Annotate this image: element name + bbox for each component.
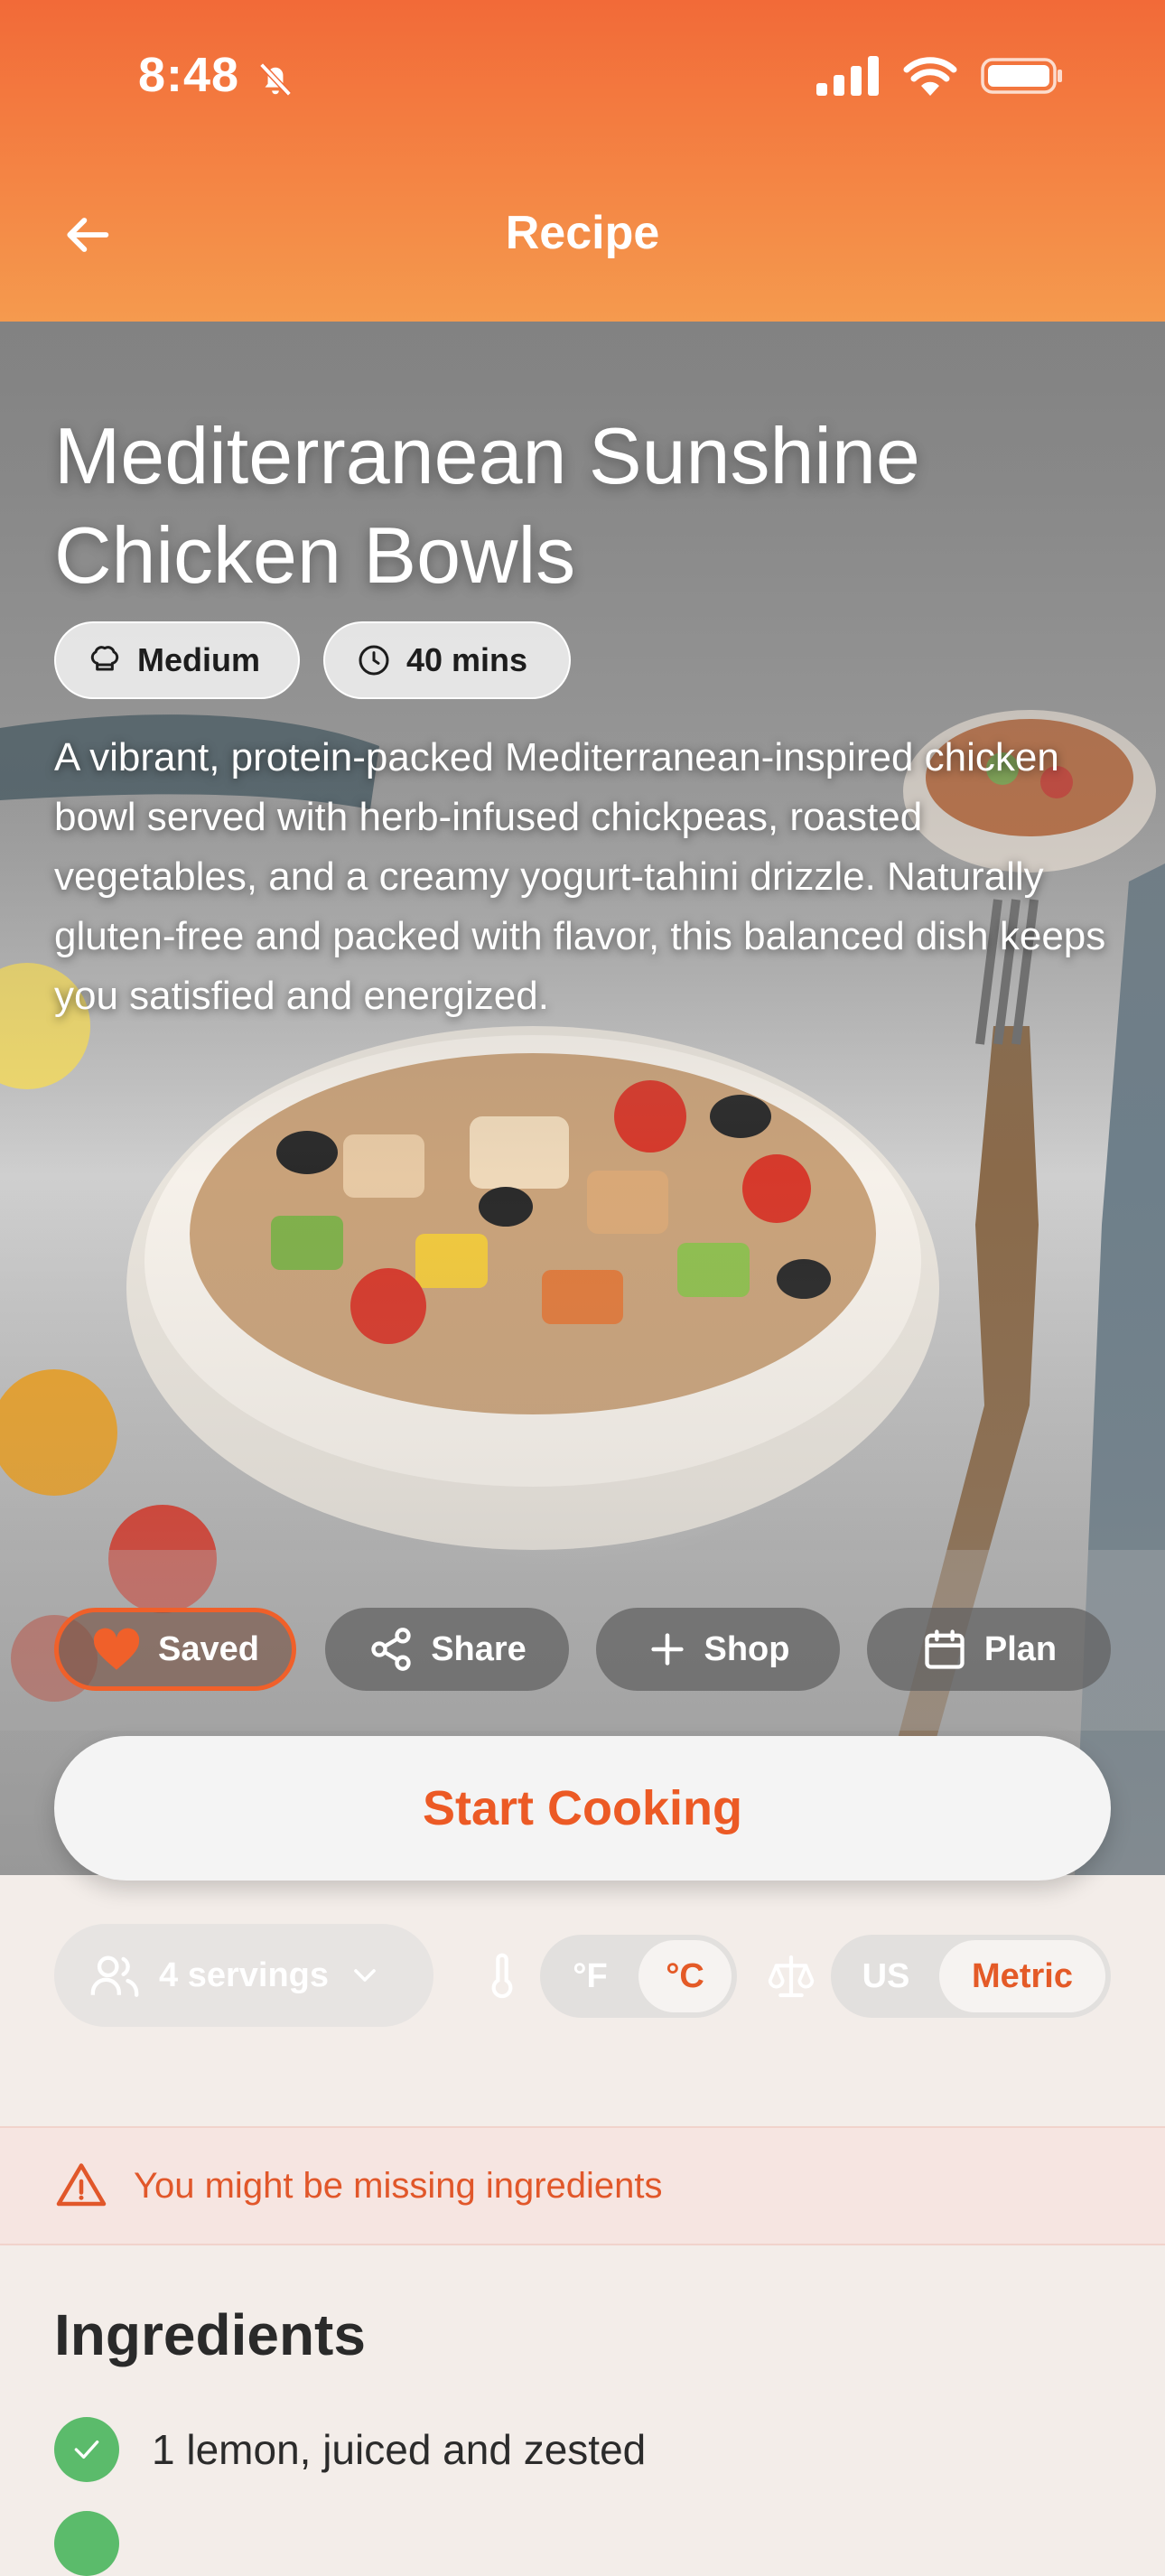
start-cooking-button[interactable]: Start Cooking [54,1736,1111,1881]
check-icon[interactable] [54,2417,119,2482]
measurement-toggle: US Metric [831,1935,1111,2018]
scale-icon [768,1955,815,1998]
us-option[interactable]: US [836,1940,936,2012]
recipe-title: Mediterranean Sunshine Chicken Bowls [54,411,920,600]
status-time: 8:48 [138,48,240,102]
heart-icon [93,1628,140,1670]
plan-label: Plan [983,1629,1058,1668]
thermometer-icon [491,1953,513,1999]
wifi-icon [903,57,957,96]
bell-slash-icon [259,62,292,97]
warning-triangle-icon [56,2163,107,2207]
ingredient-item[interactable] [54,2511,152,2576]
chevron-down-icon [354,1969,376,1982]
calendar-icon [925,1629,965,1669]
check-icon[interactable] [54,2511,119,2576]
metric-option[interactable]: Metric [939,1940,1105,2012]
cellular-signal-icon [816,56,879,96]
difficulty-chip: Medium [54,621,300,699]
difficulty-label: Medium [137,641,261,678]
battery-icon [981,58,1062,94]
status-indicators [816,56,1064,96]
saved-label: Saved [158,1629,259,1668]
clock-icon [359,645,389,676]
share-button[interactable]: Share [325,1608,569,1691]
celsius-option[interactable]: °C [638,1940,732,2012]
app-header: 8:48 Recipe [0,0,1165,322]
saved-button[interactable]: Saved [54,1608,296,1691]
fahrenheit-option[interactable]: °F [545,1940,635,2012]
recipe-description: A vibrant, protein-packed Mediterranean-… [54,735,1106,1018]
ingredient-text: 1 lemon, juiced and zested [152,2426,647,2473]
chef-hat-icon [90,646,119,671]
plan-button[interactable]: Plan [867,1608,1111,1691]
users-icon [90,1955,139,1997]
alert-text: You might be missing ingredients [134,2165,663,2206]
shop-button[interactable]: Shop [596,1608,840,1691]
shop-label: Shop [704,1629,790,1668]
temperature-toggle: °F °C [540,1935,737,2018]
share-icon [371,1628,411,1671]
plus-icon [650,1633,684,1666]
missing-ingredients-alert[interactable]: You might be missing ingredients [0,2126,1165,2245]
servings-label: 4 servings [159,1955,329,1994]
ingredient-item[interactable]: 1 lemon, juiced and zested [54,2417,646,2482]
servings-selector[interactable]: 4 servings [54,1924,433,2027]
duration-chip: 40 mins [323,621,571,699]
ingredients-heading: Ingredients [54,2302,366,2367]
duration-label: 40 mins [406,641,528,678]
share-label: Share [431,1629,527,1668]
page-title: Recipe [505,207,660,259]
